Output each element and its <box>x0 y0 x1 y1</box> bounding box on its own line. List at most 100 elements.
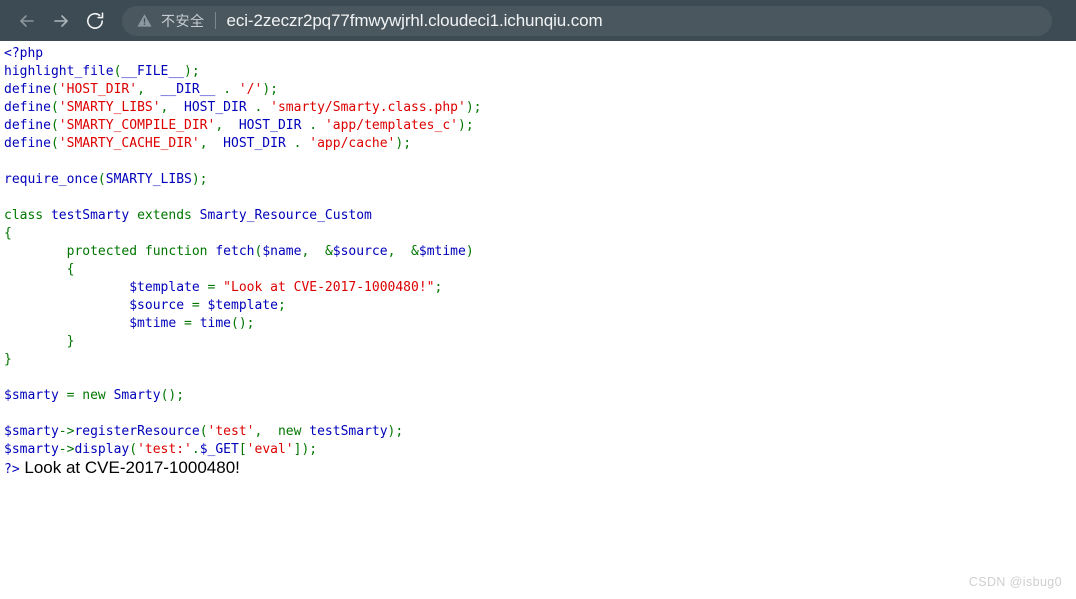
code-token: __FILE__ <box>121 64 185 79</box>
code-token: $name <box>262 244 302 259</box>
browser-toolbar: 不安全 eci-2zeczr2pq77fmwywjrhl.cloudeci1.i… <box>0 0 1076 41</box>
code-token: & <box>411 244 419 259</box>
code-token: 'SMARTY_LIBS' <box>58 100 161 115</box>
reload-icon <box>84 10 106 32</box>
code-token: $smarty <box>4 388 59 403</box>
forward-button[interactable] <box>44 4 78 38</box>
code-line: $source = $template; <box>4 298 286 313</box>
code-token: ; <box>434 280 443 295</box>
code-token: highlight_file <box>4 64 114 79</box>
code-token: HOST_DIR <box>231 118 310 133</box>
code-token: , <box>301 244 318 259</box>
back-button[interactable] <box>10 4 44 38</box>
code-line: define('SMARTY_LIBS', HOST_DIR . 'smarty… <box>4 100 481 115</box>
code-token: define <box>4 118 51 133</box>
code-token: SMARTY_LIBS <box>105 172 192 187</box>
code-token: require_once <box>4 172 98 187</box>
code-token: ( <box>97 172 106 187</box>
code-token: ; <box>395 424 404 439</box>
arrow-right-icon <box>50 10 72 32</box>
code-token: 'SMARTY_CACHE_DIR' <box>58 136 200 151</box>
code-token: new <box>82 388 106 403</box>
code-token: = <box>184 316 192 331</box>
code-token: -> <box>58 442 75 457</box>
code-line: require_once(SMARTY_LIBS); <box>4 172 208 187</box>
code-token: , <box>199 136 216 151</box>
reload-button[interactable] <box>78 4 112 38</box>
code-line: $template = "Look at CVE-2017-1000480!"; <box>4 280 442 295</box>
code-line: } <box>4 334 75 349</box>
code-line: protected function fetch($name, &$source… <box>4 244 474 259</box>
address-bar[interactable]: 不安全 eci-2zeczr2pq77fmwywjrhl.cloudeci1.i… <box>122 5 1052 36</box>
code-token: ( <box>50 100 59 115</box>
code-token: ; <box>473 100 482 115</box>
code-token: 'smarty/Smarty.class.php' <box>270 100 466 115</box>
code-token: $smarty <box>4 424 59 439</box>
code-token: testSmarty <box>301 424 388 439</box>
code-token: display <box>74 442 130 457</box>
code-token: ; <box>403 136 412 151</box>
code-line: $smarty->display('test:'.$_GET['eval']); <box>4 442 317 457</box>
code-line: } <box>4 352 12 367</box>
page-content: <?php highlight_file(__FILE__); define('… <box>0 41 1076 599</box>
csdn-watermark: CSDN @isbug0 <box>968 575 1062 589</box>
code-token: ; <box>199 172 208 187</box>
code-token: [ <box>238 442 247 457</box>
code-token: ) <box>262 82 271 97</box>
code-token: ) <box>458 118 466 133</box>
code-token: 'HOST_DIR' <box>58 82 138 97</box>
code-token: ) <box>191 172 200 187</box>
warning-triangle-icon[interactable] <box>136 12 153 29</box>
code-line: define('HOST_DIR', __DIR__ . '/'); <box>4 82 278 97</box>
code-token: & <box>324 244 333 259</box>
code-token: . <box>309 118 318 133</box>
code-token: . <box>191 442 200 457</box>
code-token: $template <box>207 298 278 313</box>
code-token: ) <box>465 100 474 115</box>
code-token: ; <box>309 442 318 457</box>
address-bar-separator <box>214 12 216 29</box>
code-token: 'test:' <box>137 442 192 457</box>
code-token: 'test' <box>207 424 255 439</box>
code-token: ; <box>270 82 278 97</box>
code-line: $mtime = time(); <box>4 316 254 331</box>
code-token: ; <box>176 388 185 403</box>
code-token: , <box>254 424 271 439</box>
code-token: ( <box>199 424 208 439</box>
code-token: define <box>4 136 51 151</box>
php-closing-tag: ?> <box>4 462 20 477</box>
code-line: $smarty = new Smarty(); <box>4 388 184 403</box>
code-token: Smarty <box>105 388 161 403</box>
code-token: , <box>137 82 153 97</box>
code-token: ; <box>277 298 286 313</box>
code-token: , <box>215 118 231 133</box>
code-token: ( <box>50 118 59 133</box>
code-token: 'eval' <box>246 442 294 457</box>
code-token: ; <box>246 316 255 331</box>
code-line: define('SMARTY_COMPILE_DIR', HOST_DIR . … <box>4 118 474 133</box>
code-token: $mtime <box>129 316 177 331</box>
code-token: ; <box>191 64 200 79</box>
code-line: <?php <box>4 46 43 61</box>
code-token: <?php <box>4 46 44 61</box>
code-token: $source <box>332 244 388 259</box>
code-token: ( <box>50 82 59 97</box>
code-token: fetch <box>207 244 255 259</box>
code-token: Smarty_Resource_Custom <box>191 208 372 223</box>
php-source-code: <?php highlight_file(__FILE__); define('… <box>0 41 1076 479</box>
code-token: "Look at CVE-2017-1000480!" <box>223 280 435 295</box>
code-line: class testSmarty extends Smarty_Resource… <box>4 208 372 223</box>
code-token: class <box>4 208 44 223</box>
url-text[interactable]: eci-2zeczr2pq77fmwywjrhl.cloudeci1.ichun… <box>227 11 1039 31</box>
code-token: extends <box>137 208 192 223</box>
